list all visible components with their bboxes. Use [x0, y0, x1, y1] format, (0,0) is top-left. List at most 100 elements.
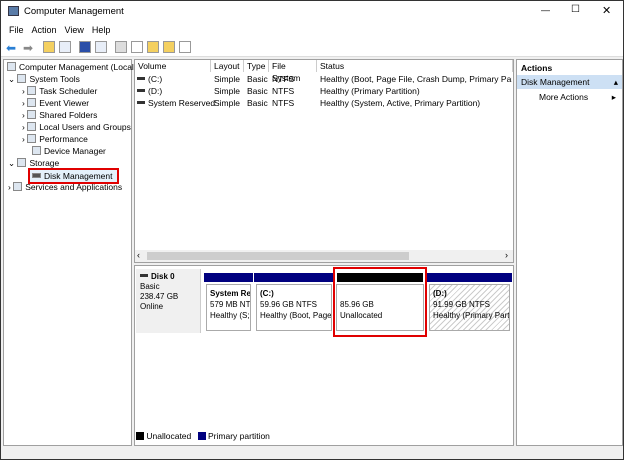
collapse-icon: ▴ [613, 77, 618, 87]
checklist-icon[interactable] [131, 41, 143, 53]
highlight-box [333, 267, 427, 337]
submenu-arrow-icon: ▸ [611, 92, 616, 102]
tree-item-local-users[interactable]: › Local Users and Groups [22, 122, 131, 132]
services-icon [13, 182, 23, 191]
actions-pane: Actions Disk Management ▴ More Actions ▸ [516, 59, 623, 446]
connect-drive-icon[interactable] [115, 41, 127, 53]
window: Computer Management — ☐ ✕ File Action View… [0, 0, 624, 460]
disk-icon [140, 274, 148, 277]
volume-cell: System Reserved [137, 97, 215, 109]
volume-cell: (D:) [137, 85, 162, 97]
legend-unallocated: Unallocated [146, 431, 192, 441]
disk-size: 238.47 GB [140, 292, 179, 301]
disk-info[interactable]: Disk 0 Basic 238.47 GB Online [136, 269, 201, 333]
minimize-button[interactable]: — [541, 5, 550, 15]
tree-item-task-scheduler[interactable]: › Task Scheduler [22, 86, 97, 96]
menu-help[interactable]: Help [92, 25, 111, 35]
navigation-tree: Computer Management (Local ⌄ System Tool… [3, 59, 134, 446]
scroll-left-icon[interactable]: ‹ [137, 250, 140, 260]
menu-file[interactable]: File [9, 25, 24, 35]
partition-bar [427, 273, 512, 282]
column-type[interactable]: Type [244, 60, 269, 72]
disk-icon [32, 173, 41, 178]
clock-icon [27, 86, 37, 95]
window-title: Computer Management [24, 6, 124, 17]
status-cell: Healthy (Boot, Page File, Crash Dump, Pr… [320, 74, 512, 84]
status-cell: Healthy (System, Active, Primary Partiti… [320, 98, 481, 108]
legend: Unallocated Primary partition [136, 431, 270, 441]
partition-d[interactable]: (D:) 91.99 GB NTFS Healthy (Primary Parti [427, 273, 512, 333]
layout-cell: Simple [214, 74, 240, 84]
close-button[interactable]: ✕ [602, 4, 611, 17]
menu-view[interactable]: View [65, 25, 84, 35]
fs-cell: NTFS [272, 74, 295, 84]
toolbar: ⬅ ➡ [1, 38, 623, 57]
tree-item-services[interactable]: › Services and Applications [8, 182, 122, 192]
search-folder-icon[interactable] [163, 41, 175, 53]
column-file-system[interactable]: File System [269, 60, 317, 83]
up-folder-icon[interactable] [43, 41, 55, 53]
type-cell: Basic [247, 86, 268, 96]
disk-name: Disk 0 [151, 272, 175, 281]
show-hide-tree-icon[interactable] [59, 41, 71, 53]
title-bar: Computer Management — ☐ ✕ [1, 1, 623, 23]
tree-item-shared-folders[interactable]: › Shared Folders [22, 110, 97, 120]
partition-bar [254, 273, 334, 282]
partition-c[interactable]: (C:) 59.96 GB NTFS Healthy (Boot, Page [254, 273, 334, 333]
performance-icon [27, 134, 37, 143]
tree-item-system-tools[interactable]: ⌄ System Tools [8, 74, 80, 85]
legend-swatch-primary [197, 432, 206, 440]
tree-item-device-manager[interactable]: Device Manager [32, 146, 106, 156]
drive-icon [137, 101, 145, 104]
legend-swatch-unallocated [136, 432, 144, 440]
back-icon[interactable]: ⬅ [6, 41, 16, 55]
actions-header: Actions [521, 63, 553, 73]
fs-cell: NTFS [272, 86, 295, 96]
partition-system-reserved[interactable]: System Re 579 MB NT Healthy (S; [204, 273, 253, 333]
scrollbar-thumb[interactable] [147, 252, 409, 260]
computer-icon [7, 62, 16, 71]
tree-root[interactable]: Computer Management (Local [7, 62, 134, 72]
partition-bar [204, 273, 253, 282]
device-manager-icon [32, 146, 41, 155]
column-status[interactable]: Status [317, 60, 513, 72]
table-row[interactable]: (C:) Simple Basic NTFS Healthy (Boot, Pa… [135, 73, 513, 85]
horizontal-scrollbar[interactable]: ‹ › [135, 250, 513, 262]
actions-section-disk-management[interactable]: Disk Management ▴ [517, 75, 622, 89]
scroll-right-icon[interactable]: › [505, 250, 508, 260]
column-layout[interactable]: Layout [211, 60, 244, 72]
shared-folder-icon [27, 110, 37, 119]
maximize-button[interactable]: ☐ [571, 4, 580, 15]
type-cell: Basic [247, 74, 268, 84]
folder-up-icon[interactable] [147, 41, 159, 53]
menu-bar: File Action View Help [1, 23, 623, 38]
menu-action[interactable]: Action [32, 25, 57, 35]
disk-status: Online [140, 302, 164, 311]
app-icon [8, 6, 19, 16]
status-cell: Healthy (Primary Partition) [320, 86, 420, 96]
fs-cell: NTFS [272, 98, 295, 108]
console-icon[interactable] [95, 41, 107, 53]
event-viewer-icon [27, 98, 37, 107]
type-cell: Basic [247, 98, 268, 108]
storage-icon [17, 158, 27, 167]
layout-cell: Simple [214, 86, 240, 96]
tree-item-event-viewer[interactable]: › Event Viewer [22, 98, 89, 108]
layout-cell: Simple [214, 98, 240, 108]
drive-icon [137, 77, 145, 80]
tools-icon [17, 74, 27, 83]
forward-icon[interactable]: ➡ [23, 41, 33, 55]
table-row[interactable]: (D:) Simple Basic NTFS Healthy (Primary … [135, 85, 513, 97]
column-volume[interactable]: Volume [135, 60, 211, 72]
more-actions[interactable]: More Actions ▸ [517, 89, 622, 102]
volume-cell: (C:) [137, 73, 162, 85]
properties-icon[interactable] [179, 41, 191, 53]
table-row[interactable]: System Reserved Simple Basic NTFS Health… [135, 97, 513, 109]
disk-type: Basic [140, 282, 160, 291]
users-icon [27, 122, 37, 131]
volume-list: Volume Layout Type File System Status (C… [134, 59, 514, 263]
help-icon[interactable] [79, 41, 91, 53]
tree-item-performance[interactable]: › Performance [22, 134, 88, 144]
drive-icon [137, 89, 145, 92]
legend-primary: Primary partition [208, 431, 270, 441]
